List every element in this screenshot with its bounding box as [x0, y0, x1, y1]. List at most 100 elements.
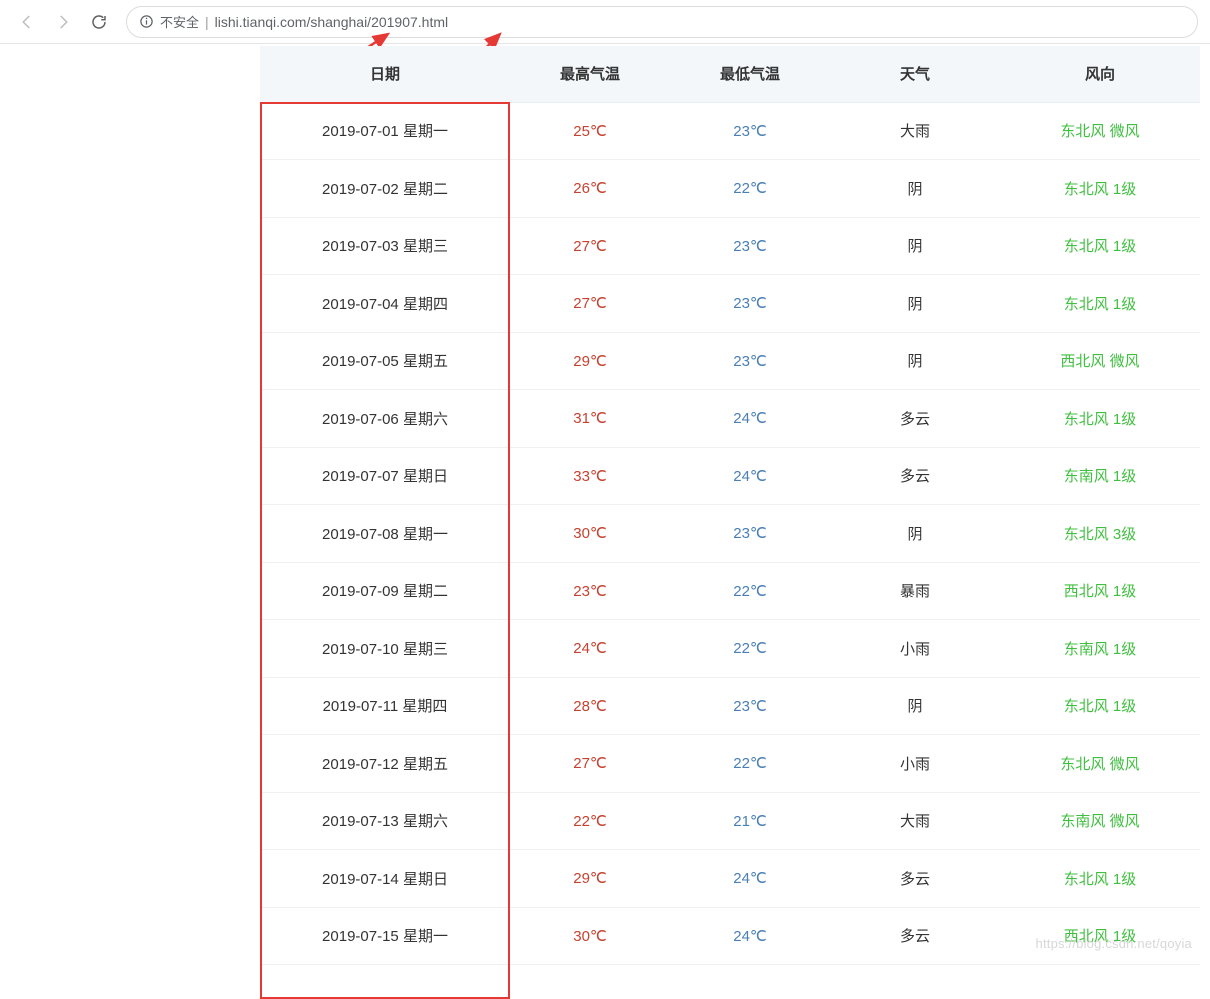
info-icon [139, 14, 154, 29]
cell-high: 29℃ [510, 850, 670, 908]
arrow-left-icon [18, 13, 36, 31]
cell-high: 22℃ [510, 792, 670, 850]
col-date: 日期 [260, 46, 510, 102]
table-row: 2019-07-14 星期日29℃24℃多云东北风 1级 [260, 850, 1200, 908]
cell-low: 22℃ [670, 620, 830, 678]
cell-date: 2019-07-10 星期三 [260, 620, 510, 678]
cell-wind: 东北风 3级 [1000, 505, 1200, 563]
cell-low: 22℃ [670, 562, 830, 620]
cell-weather: 小雨 [830, 620, 1000, 678]
weather-table: 日期 最高气温 最低气温 天气 风向 2019-07-01 星期一25℃23℃大… [260, 46, 1200, 965]
cell-low: 24℃ [670, 850, 830, 908]
cell-date: 2019-07-04 星期四 [260, 275, 510, 333]
table-row: 2019-07-10 星期三24℃22℃小雨东南风 1级 [260, 620, 1200, 678]
browser-toolbar: 不安全 | lishi.tianqi.com/shanghai/201907.h… [0, 0, 1210, 44]
cell-low: 23℃ [670, 102, 830, 160]
cell-wind: 东南风 1级 [1000, 620, 1200, 678]
cell-high: 27℃ [510, 735, 670, 793]
table-row: 2019-07-03 星期三27℃23℃阴东北风 1级 [260, 217, 1200, 275]
cell-low: 22℃ [670, 735, 830, 793]
cell-low: 23℃ [670, 505, 830, 563]
cell-wind: 东南风 1级 [1000, 447, 1200, 505]
cell-wind: 东北风 1级 [1000, 275, 1200, 333]
cell-weather: 多云 [830, 907, 1000, 965]
cell-weather: 阴 [830, 217, 1000, 275]
table-row: 2019-07-13 星期六22℃21℃大雨东南风 微风 [260, 792, 1200, 850]
cell-date: 2019-07-08 星期一 [260, 505, 510, 563]
table-row: 2019-07-02 星期二26℃22℃阴东北风 1级 [260, 160, 1200, 218]
cell-wind: 东北风 1级 [1000, 217, 1200, 275]
cell-low: 23℃ [670, 217, 830, 275]
table-row: 2019-07-05 星期五29℃23℃阴西北风 微风 [260, 332, 1200, 390]
cell-high: 30℃ [510, 505, 670, 563]
table-row: 2019-07-04 星期四27℃23℃阴东北风 1级 [260, 275, 1200, 333]
cell-wind: 东北风 1级 [1000, 160, 1200, 218]
cell-wind: 东北风 1级 [1000, 390, 1200, 448]
cell-weather: 多云 [830, 850, 1000, 908]
weather-table-container: 日期 最高气温 最低气温 天气 风向 2019-07-01 星期一25℃23℃大… [260, 46, 1200, 965]
cell-date: 2019-07-14 星期日 [260, 850, 510, 908]
col-wind: 风向 [1000, 46, 1200, 102]
cell-high: 23℃ [510, 562, 670, 620]
separator: | [205, 14, 209, 30]
col-weather: 天气 [830, 46, 1000, 102]
back-button[interactable] [12, 7, 42, 37]
insecure-label: 不安全 [160, 12, 199, 31]
cell-weather: 小雨 [830, 735, 1000, 793]
forward-button[interactable] [48, 7, 78, 37]
cell-weather: 大雨 [830, 102, 1000, 160]
cell-weather: 多云 [830, 447, 1000, 505]
cell-weather: 暴雨 [830, 562, 1000, 620]
cell-weather: 多云 [830, 390, 1000, 448]
cell-low: 23℃ [670, 332, 830, 390]
cell-high: 28℃ [510, 677, 670, 735]
cell-high: 33℃ [510, 447, 670, 505]
cell-high: 25℃ [510, 102, 670, 160]
cell-high: 29℃ [510, 332, 670, 390]
reload-button[interactable] [84, 7, 114, 37]
cell-high: 27℃ [510, 275, 670, 333]
address-bar[interactable]: 不安全 | lishi.tianqi.com/shanghai/201907.h… [126, 6, 1198, 38]
cell-wind: 东南风 微风 [1000, 792, 1200, 850]
cell-low: 23℃ [670, 677, 830, 735]
table-row: 2019-07-09 星期二23℃22℃暴雨西北风 1级 [260, 562, 1200, 620]
table-body: 2019-07-01 星期一25℃23℃大雨东北风 微风2019-07-02 星… [260, 102, 1200, 965]
table-row: 2019-07-06 星期六31℃24℃多云东北风 1级 [260, 390, 1200, 448]
cell-weather: 阴 [830, 275, 1000, 333]
cell-weather: 阴 [830, 160, 1000, 218]
cell-weather: 阴 [830, 332, 1000, 390]
cell-wind: 东北风 微风 [1000, 735, 1200, 793]
cell-low: 23℃ [670, 275, 830, 333]
cell-low: 24℃ [670, 907, 830, 965]
table-row: 2019-07-01 星期一25℃23℃大雨东北风 微风 [260, 102, 1200, 160]
table-header: 日期 最高气温 最低气温 天气 风向 [260, 46, 1200, 102]
table-row: 2019-07-07 星期日33℃24℃多云东南风 1级 [260, 447, 1200, 505]
page-content: 日期 最高气温 最低气温 天气 风向 2019-07-01 星期一25℃23℃大… [0, 44, 1210, 965]
cell-low: 24℃ [670, 447, 830, 505]
cell-date: 2019-07-07 星期日 [260, 447, 510, 505]
watermark: https://blog.csdn.net/qoyia [1036, 936, 1192, 951]
table-row: 2019-07-08 星期一30℃23℃阴东北风 3级 [260, 505, 1200, 563]
cell-high: 27℃ [510, 217, 670, 275]
cell-high: 31℃ [510, 390, 670, 448]
cell-date: 2019-07-09 星期二 [260, 562, 510, 620]
cell-weather: 大雨 [830, 792, 1000, 850]
cell-high: 30℃ [510, 907, 670, 965]
cell-high: 24℃ [510, 620, 670, 678]
cell-low: 22℃ [670, 160, 830, 218]
col-high: 最高气温 [510, 46, 670, 102]
table-row: 2019-07-11 星期四28℃23℃阴东北风 1级 [260, 677, 1200, 735]
cell-weather: 阴 [830, 677, 1000, 735]
cell-wind: 西北风 微风 [1000, 332, 1200, 390]
cell-low: 21℃ [670, 792, 830, 850]
reload-icon [90, 13, 108, 31]
cell-date: 2019-07-12 星期五 [260, 735, 510, 793]
cell-date: 2019-07-01 星期一 [260, 102, 510, 160]
cell-weather: 阴 [830, 505, 1000, 563]
arrow-right-icon [54, 13, 72, 31]
table-row: 2019-07-12 星期五27℃22℃小雨东北风 微风 [260, 735, 1200, 793]
cell-date: 2019-07-06 星期六 [260, 390, 510, 448]
cell-wind: 东北风 微风 [1000, 102, 1200, 160]
cell-date: 2019-07-02 星期二 [260, 160, 510, 218]
cell-date: 2019-07-13 星期六 [260, 792, 510, 850]
